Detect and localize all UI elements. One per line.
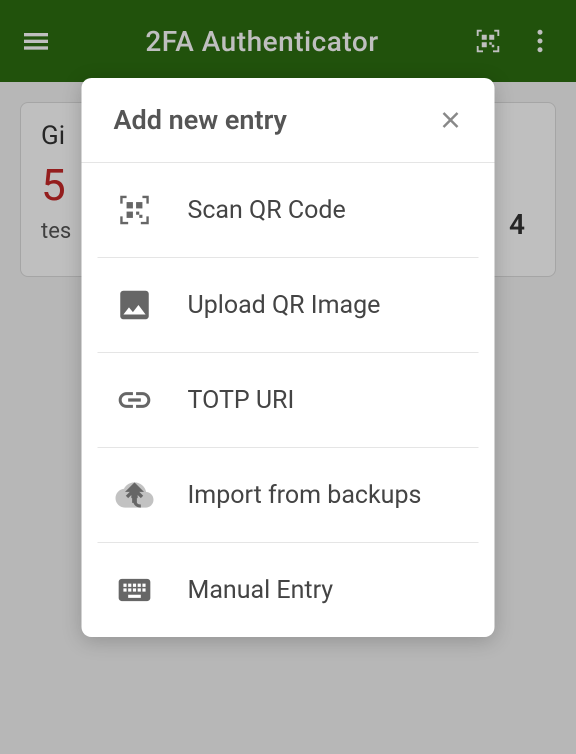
- manual-entry-option[interactable]: Manual Entry: [98, 543, 479, 637]
- option-label: Upload QR Image: [188, 291, 381, 320]
- image-icon: [114, 284, 156, 326]
- option-label: Import from backups: [188, 481, 422, 510]
- qr-scan-icon: [114, 189, 156, 231]
- option-label: Manual Entry: [188, 576, 334, 605]
- totp-uri-option[interactable]: TOTP URI: [98, 353, 479, 448]
- import-icon: [114, 474, 156, 516]
- scan-qr-option[interactable]: Scan QR Code: [98, 163, 479, 258]
- option-label: TOTP URI: [188, 386, 295, 415]
- link-icon: [114, 379, 156, 421]
- modal-title: Add new entry: [114, 104, 287, 136]
- add-entry-modal: Add new entry Scan QR Code: [82, 78, 495, 637]
- keyboard-icon: [114, 569, 156, 611]
- option-label: Scan QR Code: [188, 196, 346, 225]
- upload-image-option[interactable]: Upload QR Image: [98, 258, 479, 353]
- import-backups-option[interactable]: Import from backups: [98, 448, 479, 543]
- modal-header: Add new entry: [82, 78, 495, 163]
- modal-list: Scan QR Code Upload QR Image TOTP URI: [82, 163, 495, 637]
- close-icon[interactable]: [435, 104, 467, 136]
